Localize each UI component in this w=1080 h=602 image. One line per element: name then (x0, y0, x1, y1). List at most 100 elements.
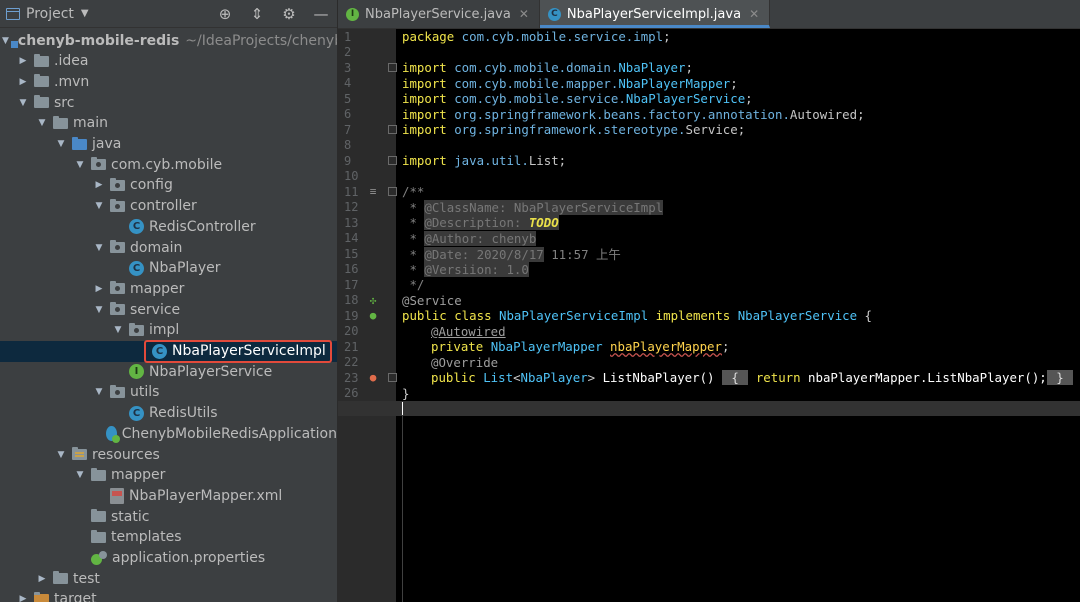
chevron-down-icon[interactable]: ▼ (16, 98, 30, 108)
chevron-down-icon[interactable]: ▼ (92, 305, 106, 315)
tree-item-idea[interactable]: ▶ .idea (0, 51, 337, 72)
chevron-down-icon[interactable]: ▼ (54, 450, 68, 460)
tab-nbaplayerserviceimpl[interactable]: C NbaPlayerServiceImpl.java ✕ (539, 0, 771, 28)
line-number: 18 (344, 293, 359, 308)
tree-item-target[interactable]: ▶ target (0, 589, 337, 602)
tree-item-res-mapper[interactable]: ▼ mapper (0, 465, 337, 486)
tree-item-impl[interactable]: ▼ impl (0, 320, 337, 341)
class-icon: C (129, 219, 144, 235)
tree-item-label: impl (149, 322, 180, 339)
doc-render-icon[interactable]: ≡ (366, 185, 380, 198)
tree-item-application-properties[interactable]: application.properties (0, 548, 337, 569)
minimize-icon[interactable]: — (311, 5, 331, 23)
tree-item-mapper-xml[interactable]: NbaPlayerMapper.xml (0, 485, 337, 506)
gear-icon[interactable]: ⚙ (279, 5, 299, 23)
tree-item-service[interactable]: ▼ service (0, 299, 337, 320)
tree-item-test[interactable]: ▶ test (0, 568, 337, 589)
collapse-icon[interactable]: ⇕ (247, 5, 267, 23)
chevron-right-icon[interactable]: ▶ (92, 180, 106, 190)
tree-item-main[interactable]: ▼ main (0, 113, 337, 134)
package-icon (91, 157, 106, 171)
caret-line (338, 401, 1080, 416)
project-panel-toolbar: ⊕ ⇕ ⚙ — (215, 5, 331, 23)
code-line: 22 @Override (344, 354, 499, 370)
tree-item-application[interactable]: ChenybMobileRedisApplication (0, 423, 337, 444)
tree-item-redisutils[interactable]: C RedisUtils (0, 403, 337, 424)
tree-item-java[interactable]: ▼ java (0, 134, 337, 155)
chevron-down-icon[interactable]: ▼ (92, 201, 106, 211)
chevron-down-icon[interactable]: ▼ (73, 160, 87, 170)
target-icon[interactable]: ⊕ (215, 5, 235, 23)
fold-marker-icon[interactable] (388, 63, 397, 73)
fold-marker-icon[interactable] (388, 156, 397, 166)
package-icon (110, 281, 125, 295)
code-editor[interactable]: 1 package com.cyb.mobile.service.impl; 2… (338, 29, 1080, 602)
tree-item-label: ChenybMobileRedisApplication (121, 425, 337, 442)
code-line: 16 * @Versiion: 1.0 (344, 261, 529, 277)
chevron-right-icon[interactable]: ▶ (35, 574, 49, 584)
properties-file-icon (91, 551, 107, 565)
tree-item-rediscontroller[interactable]: C RedisController (0, 216, 337, 237)
tree-item-label: resources (92, 446, 160, 463)
code-line: 12 * @ClassName: NbaPlayerServiceImpl (344, 199, 664, 215)
tree-item-nbaplayer[interactable]: C NbaPlayer (0, 258, 337, 279)
tree-item-src[interactable]: ▼ src (0, 92, 337, 113)
tree-item-templates[interactable]: templates (0, 527, 337, 548)
chevron-down-icon[interactable]: ▼ (35, 118, 49, 128)
chevron-right-icon[interactable]: ▶ (16, 594, 30, 602)
code-line: 5 import com.cyb.mobile.service.NbaPlaye… (344, 91, 753, 107)
chevron-down-icon[interactable]: ▼ (92, 387, 106, 397)
tree-item-label: application.properties (112, 550, 266, 566)
code-line: 7 import org.springframework.stereotype.… (344, 122, 746, 138)
close-icon[interactable]: ✕ (749, 7, 759, 21)
tree-root[interactable]: ▼ chenyb-mobile-redis ~/IdeaProjects/che… (0, 30, 337, 51)
fold-marker-icon[interactable] (388, 373, 397, 383)
implements-icon[interactable]: ● (366, 309, 380, 322)
tree-item-label: domain (130, 239, 183, 256)
code-line: 21 private NbaPlayerMapper nbaPlayerMapp… (344, 339, 730, 355)
tree-item-label: NbaPlayerMapper.xml (129, 487, 283, 504)
tree-item-label: .idea (54, 53, 89, 70)
tree-item-label: service (130, 301, 181, 318)
code-line: 10 (338, 169, 1080, 185)
project-panel-title[interactable]: Project (26, 6, 74, 22)
package-icon (110, 384, 125, 398)
package-icon (110, 177, 125, 191)
tree-item-mapper[interactable]: ▶ mapper (0, 278, 337, 299)
indent-guide (402, 415, 403, 602)
line-number: 13 (344, 215, 359, 230)
tree-item-mvn[interactable]: ▶ .mvn (0, 71, 337, 92)
chevron-down-icon[interactable]: ▼ (73, 470, 87, 480)
chevron-down-icon[interactable]: ▼ (92, 243, 106, 253)
code-line: 23 ● public List<NbaPlayer> ListNbaPlaye… (344, 370, 1074, 386)
chevron-down-icon[interactable]: ▼ (2, 36, 9, 46)
line-number: 15 (344, 246, 359, 261)
close-icon[interactable]: ✕ (519, 7, 529, 21)
tree-item-config[interactable]: ▶ config (0, 175, 337, 196)
spring-bean-icon[interactable]: ✣ (366, 294, 380, 307)
line-number: 2 (344, 45, 352, 60)
tab-label: NbaPlayerService.java (365, 6, 511, 22)
root-name: chenyb-mobile-redis (17, 32, 180, 49)
tree-item-label: templates (111, 529, 182, 546)
tree-item-utils[interactable]: ▼ utils (0, 382, 337, 403)
chevron-down-icon[interactable]: ▼ (81, 8, 89, 19)
fold-marker-icon[interactable] (388, 187, 397, 197)
tree-item-resources[interactable]: ▼ resources (0, 444, 337, 465)
tree-item-nbaplayerserviceimpl[interactable]: C NbaPlayerServiceImpl (0, 339, 337, 363)
chevron-right-icon[interactable]: ▶ (16, 77, 30, 87)
override-icon[interactable]: ● (366, 371, 380, 384)
chevron-down-icon[interactable]: ▼ (54, 139, 68, 149)
tree-item-label: static (111, 508, 150, 525)
tree-item-nbaplayerservice[interactable]: I NbaPlayerService (0, 361, 337, 382)
chevron-right-icon[interactable]: ▶ (16, 56, 30, 66)
tab-nbaplayerservice[interactable]: I NbaPlayerService.java ✕ (338, 0, 540, 28)
tree-item-package[interactable]: ▼ com.cyb.mobile (0, 154, 337, 175)
line-number: 21 (344, 339, 359, 354)
fold-marker-icon[interactable] (388, 125, 397, 135)
chevron-right-icon[interactable]: ▶ (92, 284, 106, 294)
tree-item-static[interactable]: static (0, 506, 337, 527)
tree-item-domain[interactable]: ▼ domain (0, 237, 337, 258)
tree-item-controller[interactable]: ▼ controller (0, 196, 337, 217)
chevron-down-icon[interactable]: ▼ (111, 325, 125, 335)
